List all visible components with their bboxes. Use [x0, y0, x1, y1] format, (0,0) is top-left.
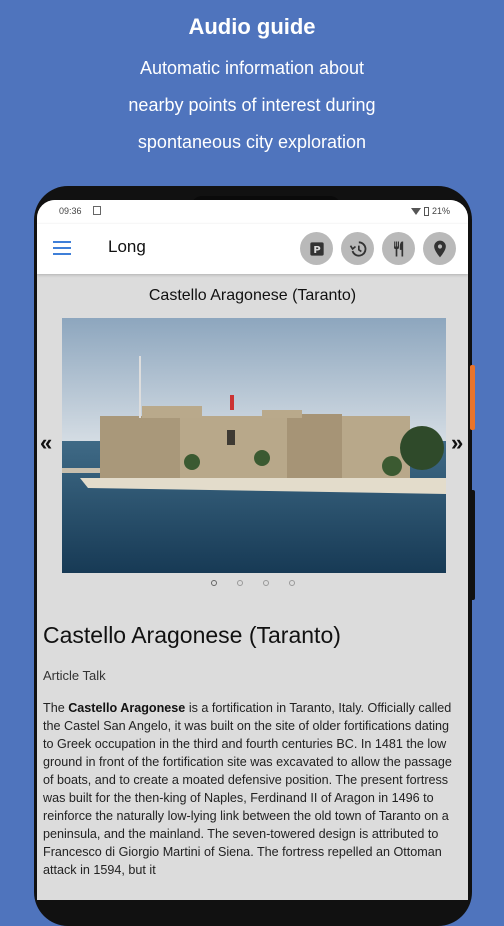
status-bar: 09:36 21% — [37, 200, 468, 224]
app-title: Long — [108, 237, 146, 256]
status-right: 21% — [410, 206, 450, 216]
carousel-dot-2[interactable] — [236, 580, 243, 586]
previous-photo-button[interactable]: « — [40, 432, 52, 454]
promo-line-3: spontaneous city exploration — [137, 132, 367, 152]
promo-line-1: Automatic information about — [139, 58, 365, 78]
battery-icon — [423, 206, 429, 216]
carousel-dot-1[interactable] — [210, 580, 217, 586]
phone-side-button — [470, 365, 475, 430]
promo-line-2: nearby points of interest during — [128, 95, 376, 115]
history-button[interactable] — [341, 232, 374, 265]
location-pin-icon — [433, 240, 446, 257]
history-icon — [349, 240, 366, 257]
phone-side-button-lower — [470, 490, 475, 600]
restaurant-icon — [393, 241, 403, 256]
status-time: 09:36 — [59, 206, 82, 216]
app-actions: P — [300, 232, 456, 265]
article-title: Castello Aragonese (Taranto) — [43, 622, 341, 648]
article-tabs[interactable]: Article Talk — [43, 668, 106, 683]
photo-carousel[interactable] — [62, 318, 446, 573]
location-button[interactable] — [423, 232, 456, 265]
notification-icon — [93, 206, 101, 215]
article-intro-prefix: The — [43, 701, 69, 715]
restaurant-button[interactable] — [382, 232, 415, 265]
carousel-indicator — [37, 580, 468, 586]
castle-photo — [62, 318, 446, 573]
place-title: Castello Aragonese (Taranto) — [148, 287, 357, 304]
article-text: is a fortification in Taranto, Italy. Of… — [43, 701, 452, 877]
carousel-dot-3[interactable] — [262, 580, 269, 586]
carousel-dot-4[interactable] — [288, 580, 295, 586]
parking-icon: P — [309, 241, 324, 256]
promo-title: Audio guide — [188, 14, 316, 39]
battery-level: 21% — [431, 206, 450, 216]
parking-button[interactable]: P — [300, 232, 333, 265]
article-body: The Castello Aragonese is a fortificatio… — [43, 699, 463, 879]
place-content: Castello Aragonese (Taranto) « » Castell… — [37, 274, 468, 900]
menu-icon[interactable] — [53, 241, 71, 255]
app-bar: Long P — [37, 224, 468, 274]
svg-text:P: P — [313, 245, 320, 256]
article-subject: Castello Aragonese — [68, 701, 186, 715]
next-photo-button[interactable]: » — [451, 432, 463, 454]
app-screen: 09:36 21% Long P Castello Aragonese (Tar… — [37, 200, 468, 900]
wifi-icon — [410, 207, 421, 215]
